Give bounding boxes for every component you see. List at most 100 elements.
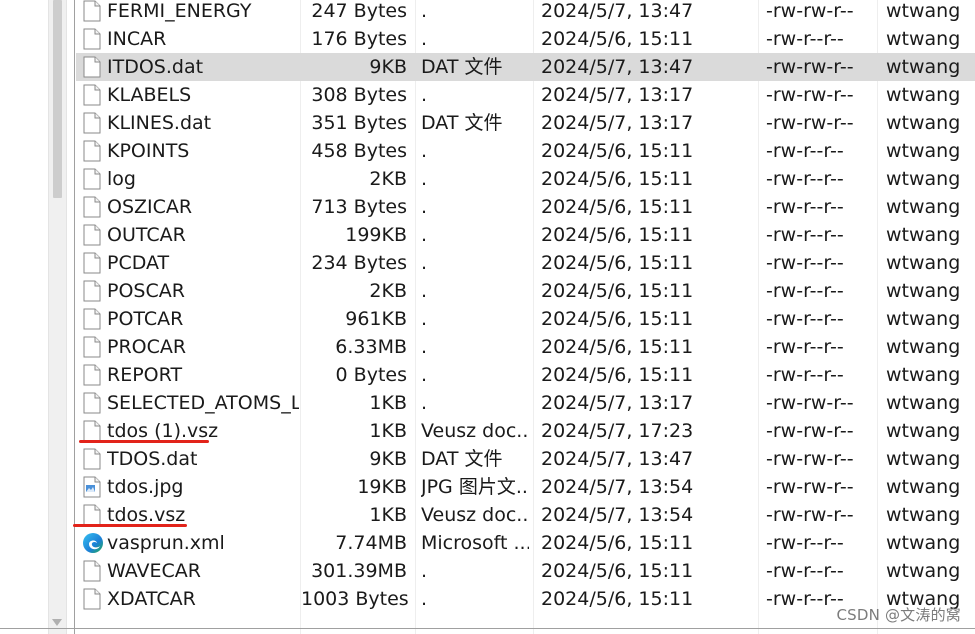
- file-icon: [82, 168, 102, 190]
- file-row[interactable]: tdos.vsz 1KB Veusz doc... 2024/5/7, 13:54 -r…: [76, 501, 975, 529]
- file-modified-date: 2024/5/6, 15:11: [541, 532, 694, 554]
- file-name: KLINES.dat: [107, 112, 212, 134]
- file-owner: wtwang: [886, 28, 961, 50]
- file-name: PCDAT: [107, 252, 170, 274]
- file-name: INCAR: [107, 28, 167, 50]
- file-name: PROCAR: [107, 336, 187, 358]
- file-name: ITDOS.dat: [107, 56, 204, 78]
- file-permissions: -rw-r--r--: [766, 28, 844, 50]
- file-icon: [82, 560, 102, 582]
- scrollbar-thumb[interactable]: [53, 0, 62, 198]
- file-permissions: -rw-r--r--: [766, 364, 844, 386]
- file-icon: [82, 336, 102, 358]
- file-row[interactable]: PCDAT 234 Bytes. 2024/5/6, 15:11 -rw-r--r--…: [76, 249, 975, 277]
- file-type: .: [421, 336, 428, 358]
- file-owner: wtwang: [886, 364, 961, 386]
- file-size: 1KB: [369, 392, 407, 414]
- file-row[interactable]: POTCAR 961KB. 2024/5/6, 15:11 -rw-r--r-- wtw…: [76, 305, 975, 333]
- file-permissions: -rw-r--r--: [766, 168, 844, 190]
- file-permissions: -rw-r--r--: [766, 588, 844, 610]
- pane-divider[interactable]: [74, 0, 75, 634]
- file-permissions: -rw-rw-r--: [766, 420, 854, 442]
- scroll-down-arrow-icon[interactable]: [52, 619, 62, 626]
- file-size: 19KB: [357, 476, 407, 498]
- bottom-border: [0, 628, 975, 629]
- file-type: Veusz doc...: [421, 420, 529, 442]
- file-permissions: -rw-r--r--: [766, 196, 844, 218]
- file-type: .: [421, 224, 428, 246]
- file-icon: [82, 504, 102, 526]
- red-annotation-underline: [79, 440, 209, 443]
- file-size: 9KB: [369, 448, 407, 470]
- file-icon: [82, 28, 102, 50]
- file-size: 301.39MB: [311, 560, 407, 582]
- file-type: .: [421, 252, 428, 274]
- file-name: KLABELS: [107, 84, 192, 106]
- file-row[interactable]: POSCAR 2KB. 2024/5/6, 15:11 -rw-r--r-- wtwan…: [76, 277, 975, 305]
- file-name: log: [107, 168, 136, 190]
- file-type: .: [421, 560, 428, 582]
- file-row[interactable]: KPOINTS 458 Bytes. 2024/5/6, 15:11 -rw-r--r…: [76, 137, 975, 165]
- file-owner: wtwang: [886, 252, 961, 274]
- file-type: .: [421, 364, 428, 386]
- file-row[interactable]: ITDOS.dat 9KB DAT 文件 2024/5/7, 13:47 -rw-rw-…: [76, 53, 975, 81]
- file-row[interactable]: FERMI_ENERGY 247 Bytes. 2024/5/7, 13:47 -rw…: [76, 0, 975, 25]
- file-modified-date: 2024/5/6, 15:11: [541, 28, 694, 50]
- file-size: 713 Bytes: [311, 196, 407, 218]
- file-modified-date: 2024/5/7, 13:17: [541, 392, 694, 414]
- file-permissions: -rw-r--r--: [766, 252, 844, 274]
- file-owner: wtwang: [886, 280, 961, 302]
- file-row[interactable]: tdos.jpg 19KB JPG 图片文... 2024/5/7, 13:54 -rw…: [76, 473, 975, 501]
- file-row[interactable]: SELECTED_ATOMS_L... 1KB. 2024/5/7, 13:17 -r…: [76, 389, 975, 417]
- file-type: .: [421, 84, 428, 106]
- file-size: 176 Bytes: [311, 28, 407, 50]
- file-size: 9KB: [369, 56, 407, 78]
- file-type: .: [421, 140, 428, 162]
- file-row[interactable]: OSZICAR 713 Bytes. 2024/5/6, 15:11 -rw-r--r…: [76, 193, 975, 221]
- file-owner: wtwang: [886, 476, 961, 498]
- file-size: 199KB: [345, 224, 407, 246]
- file-icon: [82, 280, 102, 302]
- file-type: .: [421, 168, 428, 190]
- file-row[interactable]: KLINES.dat 351 Bytes DAT 文件 2024/5/7, 13:17…: [76, 109, 975, 137]
- file-type: DAT 文件: [421, 448, 503, 470]
- file-modified-date: 2024/5/6, 15:11: [541, 336, 694, 358]
- file-permissions: -rw-rw-r--: [766, 476, 854, 498]
- vertical-scrollbar[interactable]: [48, 0, 67, 634]
- file-modified-date: 2024/5/6, 15:11: [541, 168, 694, 190]
- file-row[interactable]: REPORT 0 Bytes. 2024/5/6, 15:11 -rw-r--r-- w…: [76, 361, 975, 389]
- file-icon: [82, 588, 102, 610]
- file-icon: [82, 448, 102, 470]
- file-icon: [82, 196, 102, 218]
- file-icon: [82, 0, 102, 22]
- file-name: POSCAR: [107, 280, 185, 302]
- file-modified-date: 2024/5/6, 15:11: [541, 140, 694, 162]
- file-type: Microsoft ...: [421, 532, 529, 554]
- file-size: 7.74MB: [335, 532, 407, 554]
- left-pane: [0, 0, 48, 634]
- file-icon: [82, 420, 102, 442]
- file-type: .: [421, 392, 428, 414]
- file-row[interactable]: OUTCAR 199KB. 2024/5/6, 15:11 -rw-r--r-- wtw…: [76, 221, 975, 249]
- file-permissions: -rw-rw-r--: [766, 84, 854, 106]
- file-owner: wtwang: [886, 308, 961, 330]
- file-row[interactable]: WAVECAR 301.39MB. 2024/5/6, 15:11 -rw-r--r-…: [76, 557, 975, 585]
- file-row[interactable]: KLABELS 308 Bytes. 2024/5/7, 13:17 -rw-rw-r…: [76, 81, 975, 109]
- red-annotation-underline: [73, 524, 187, 527]
- file-icon: [82, 308, 102, 330]
- file-size: 1KB: [369, 504, 407, 526]
- file-name: KPOINTS: [107, 140, 190, 162]
- file-permissions: -rw-rw-r--: [766, 56, 854, 78]
- file-row[interactable]: TDOS.dat 9KB DAT 文件 2024/5/7, 13:47 -rw-rw-r…: [76, 445, 975, 473]
- file-size: 308 Bytes: [311, 84, 407, 106]
- file-type: JPG 图片文...: [421, 476, 529, 498]
- file-row[interactable]: vasprun.xml 7.74MB Microsoft ... 2024/5/6, …: [76, 529, 975, 557]
- file-row[interactable]: PROCAR 6.33MB. 2024/5/6, 15:11 -rw-r--r-- wt…: [76, 333, 975, 361]
- file-row[interactable]: log 2KB. 2024/5/6, 15:11 -rw-r--r-- wtwang: [76, 165, 975, 193]
- edge-browser-icon: [82, 532, 103, 554]
- file-row[interactable]: tdos (1).vsz 1KB Veusz doc... 2024/5/7, 17:…: [76, 417, 975, 445]
- file-modified-date: 2024/5/7, 13:54: [541, 504, 694, 526]
- file-row[interactable]: INCAR 176 Bytes. 2024/5/6, 15:11 -rw-r--r--…: [76, 25, 975, 53]
- file-name: OSZICAR: [107, 196, 193, 218]
- file-icon: [82, 392, 102, 414]
